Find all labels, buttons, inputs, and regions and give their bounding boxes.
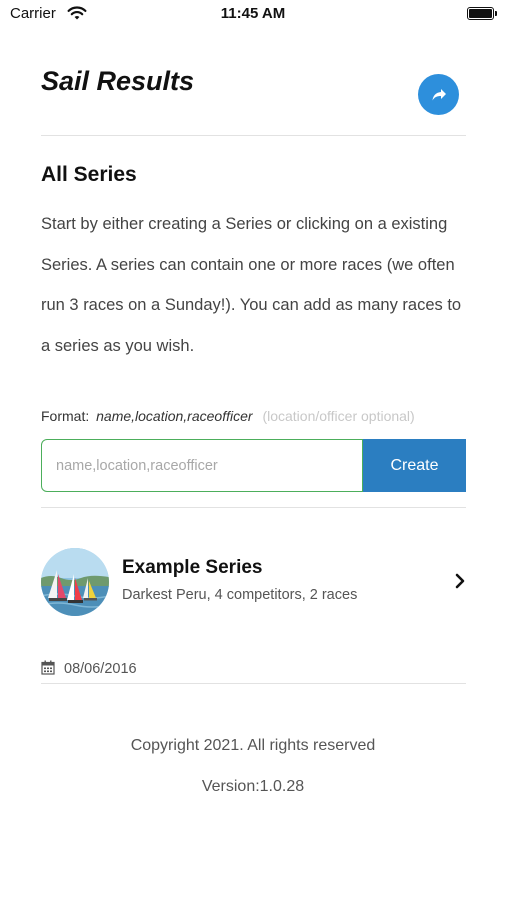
share-button[interactable] bbox=[418, 74, 459, 115]
list-divider bbox=[41, 683, 466, 684]
format-optional: (location/officer optional) bbox=[262, 408, 415, 424]
battery-icon bbox=[467, 7, 497, 20]
series-name: Example Series bbox=[122, 557, 263, 578]
format-example: name,location,raceofficer bbox=[96, 408, 253, 424]
copyright-text: Copyright 2021. All rights reserved bbox=[130, 737, 376, 754]
series-detail: Darkest Peru, 4 competitors, 2 races bbox=[122, 587, 358, 603]
series-date: 08/06/2016 bbox=[41, 660, 137, 677]
create-button[interactable]: Create bbox=[363, 439, 466, 492]
create-series-form: Create bbox=[41, 439, 466, 492]
intro-text: Start by either creating a Series or cli… bbox=[41, 215, 462, 355]
header-divider bbox=[41, 135, 466, 136]
section-title: All Series bbox=[41, 163, 137, 186]
format-hint: Format: name,location,raceofficer (locat… bbox=[41, 408, 481, 424]
clock: 11:45 AM bbox=[220, 5, 286, 22]
series-name-input[interactable] bbox=[41, 439, 363, 492]
status-bar: Carrier 11:45 AM bbox=[0, 0, 506, 30]
series-date-text: 08/06/2016 bbox=[64, 661, 137, 677]
app-screen: Carrier 11:45 AM Sail Results All Series… bbox=[0, 0, 506, 900]
app-title: Sail Results bbox=[41, 66, 195, 96]
sailboats-image bbox=[41, 548, 109, 616]
series-list-item[interactable]: Example Series Darkest Peru, 4 competito… bbox=[41, 545, 466, 620]
calendar-icon bbox=[41, 660, 55, 675]
version-text: Version:1.0.28 bbox=[201, 778, 305, 795]
share-icon bbox=[432, 88, 446, 100]
chevron-right-icon bbox=[455, 573, 465, 589]
form-divider bbox=[41, 507, 466, 508]
series-avatar bbox=[41, 548, 109, 616]
format-label: Format: bbox=[41, 408, 90, 424]
